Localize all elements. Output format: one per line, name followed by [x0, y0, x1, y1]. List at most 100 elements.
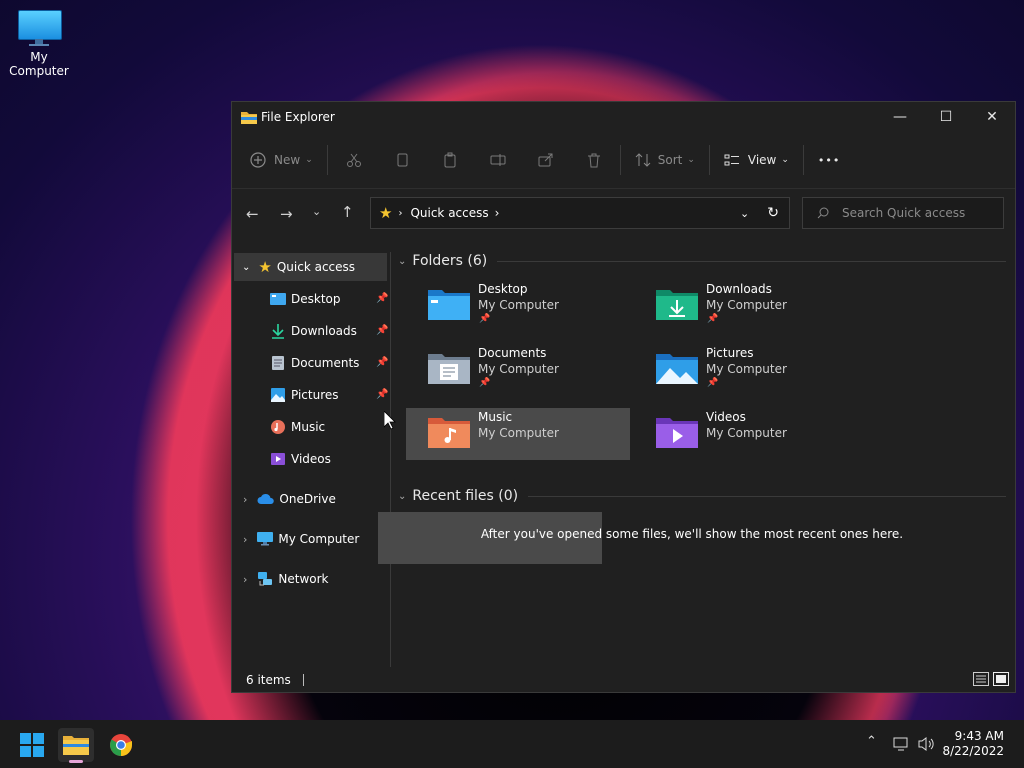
details-view-button[interactable] — [973, 671, 989, 689]
paste-button[interactable] — [442, 144, 458, 176]
tiles-view-button[interactable] — [993, 671, 1009, 689]
cut-button[interactable] — [346, 144, 362, 176]
refresh-icon[interactable]: ↻ — [767, 205, 779, 221]
pin-icon: 📌 — [707, 378, 719, 388]
volume-icon[interactable] — [918, 736, 936, 752]
downloads-folder-icon — [656, 290, 698, 320]
maximize-button[interactable]: ☐ — [923, 102, 969, 132]
recent-locations-chevron-icon[interactable]: ⌄ — [312, 205, 321, 218]
sidebar-item-network[interactable]: › Network — [234, 565, 329, 593]
view-button[interactable]: View ⌄ — [724, 144, 789, 176]
desktop-icon-my-computer[interactable]: My Computer — [2, 10, 76, 78]
folder-name: Desktop — [478, 282, 528, 296]
pin-icon[interactable]: 📌 — [376, 389, 388, 400]
folder-tile-pictures[interactable]: Pictures My Computer 📌 — [634, 344, 858, 396]
sidebar-item-quick-access[interactable]: ⌄ ★ Quick access — [234, 253, 387, 281]
music-folder-icon — [428, 418, 470, 448]
sidebar-item-my-computer[interactable]: › My Computer — [234, 525, 359, 553]
new-button[interactable]: New ⌄ — [250, 144, 313, 176]
recent-files-section-header[interactable]: ⌄ Recent files (0) — [398, 487, 1006, 505]
view-label: View — [747, 153, 777, 167]
breadcrumb-quick-access[interactable]: Quick access — [410, 206, 488, 220]
pin-icon[interactable]: 📌 — [376, 293, 388, 304]
folder-name: Documents — [478, 346, 547, 360]
section-divider — [497, 260, 1006, 262]
sidebar-item-onedrive[interactable]: › OneDrive — [234, 485, 336, 513]
star-icon: ★ — [258, 258, 272, 276]
up-arrow-icon[interactable]: ↑ — [341, 203, 354, 221]
sidebar-item-label: Videos — [291, 452, 331, 466]
back-arrow-icon[interactable]: ← — [246, 205, 259, 223]
sidebar-item-videos[interactable]: Videos — [270, 445, 331, 473]
folder-tile-downloads[interactable]: Downloads My Computer 📌 — [634, 280, 858, 332]
pane-divider[interactable] — [390, 252, 391, 667]
more-options-button[interactable]: ••• — [818, 144, 840, 176]
chevron-down-icon[interactable]: ⌄ — [242, 262, 250, 273]
windows-logo-icon — [20, 733, 44, 757]
scissors-icon — [346, 153, 361, 167]
sort-icon — [635, 153, 651, 167]
folder-icon — [63, 736, 89, 755]
taskbar-file-explorer[interactable] — [58, 728, 94, 763]
sidebar-item-documents[interactable]: Documents — [270, 349, 359, 377]
pin-icon[interactable]: 📌 — [376, 357, 388, 368]
share-button[interactable] — [538, 144, 554, 176]
command-bar: New ⌄ Sort ⌄ View ⌄ ••• — [232, 132, 1015, 189]
forward-arrow-icon[interactable]: → — [280, 205, 293, 223]
folder-tile-music[interactable]: Music My Computer — [406, 408, 630, 460]
sidebar-item-music[interactable]: Music — [270, 413, 325, 441]
sort-button[interactable]: Sort ⌄ — [635, 144, 695, 176]
folders-section-header[interactable]: ⌄ Folders (6) — [398, 252, 1006, 270]
monitor-icon — [18, 10, 62, 46]
sidebar-item-label: Music — [291, 420, 326, 434]
videos-folder-icon — [656, 418, 698, 448]
folder-tile-videos[interactable]: Videos My Computer — [634, 408, 858, 460]
system-clock[interactable]: 9:43 AM 8/22/2022 — [942, 729, 1004, 759]
minimize-button[interactable]: — — [877, 102, 923, 132]
chevron-down-icon: ⌄ — [305, 155, 313, 165]
network-status-icon[interactable] — [893, 736, 909, 752]
section-divider — [528, 495, 1006, 497]
copy-icon — [397, 153, 408, 167]
copy-button[interactable] — [394, 144, 410, 176]
clock-time: 9:43 AM — [954, 729, 1004, 743]
chevron-right-icon[interactable]: › — [243, 493, 247, 506]
address-dropdown-icon[interactable]: ⌄ — [740, 207, 749, 220]
section-title: Folders (6) — [412, 253, 488, 269]
folder-location: My Computer — [478, 298, 559, 312]
sidebar-item-label: Quick access — [276, 260, 356, 274]
breadcrumb-chevron-icon[interactable]: › — [495, 206, 500, 220]
document-icon — [272, 356, 284, 370]
title-bar[interactable]: File Explorer — ☐ ✕ — [232, 102, 1015, 132]
pictures-folder-icon — [656, 354, 698, 384]
sidebar-item-label: Network — [278, 572, 329, 586]
sidebar-item-label: Downloads — [291, 324, 357, 338]
folder-tile-desktop[interactable]: Desktop My Computer 📌 — [406, 280, 630, 332]
taskbar-chrome[interactable] — [103, 728, 139, 762]
chevron-down-icon[interactable]: ⌄ — [398, 491, 406, 502]
delete-button[interactable] — [586, 144, 602, 176]
recent-files-empty-message: After you've opened some files, we'll sh… — [480, 527, 904, 541]
mouse-cursor-icon — [384, 411, 396, 430]
rename-button[interactable] — [490, 144, 506, 176]
sidebar-item-label: OneDrive — [279, 492, 336, 506]
chevron-right-icon[interactable]: › — [243, 533, 247, 546]
show-hidden-icons-chevron-icon[interactable]: ⌃ — [866, 734, 877, 749]
folder-tile-documents[interactable]: Documents My Computer 📌 — [406, 344, 630, 396]
pin-icon: 📌 — [479, 378, 491, 388]
sidebar-item-desktop[interactable]: Desktop — [270, 285, 341, 313]
file-explorer-window: File Explorer — ☐ ✕ New ⌄ Sort ⌄ View ⌄ … — [231, 101, 1016, 693]
sidebar-item-downloads[interactable]: Downloads — [270, 317, 357, 345]
search-input[interactable]: Search Quick access — [802, 197, 1004, 229]
content-pane: ⌄ Folders (6) Desktop My Computer 📌 Down… — [378, 252, 1012, 667]
rename-icon — [490, 154, 506, 166]
close-button[interactable]: ✕ — [969, 102, 1015, 132]
start-button[interactable] — [14, 728, 50, 762]
monitor-icon — [257, 532, 274, 546]
sidebar-item-label: Pictures — [291, 388, 339, 402]
sidebar-item-pictures[interactable]: Pictures — [270, 381, 339, 409]
pin-icon[interactable]: 📌 — [376, 325, 388, 336]
address-bar[interactable]: ★ › Quick access › ⌄ ↻ — [370, 197, 790, 229]
chevron-down-icon[interactable]: ⌄ — [398, 256, 406, 267]
chevron-right-icon[interactable]: › — [243, 573, 247, 586]
